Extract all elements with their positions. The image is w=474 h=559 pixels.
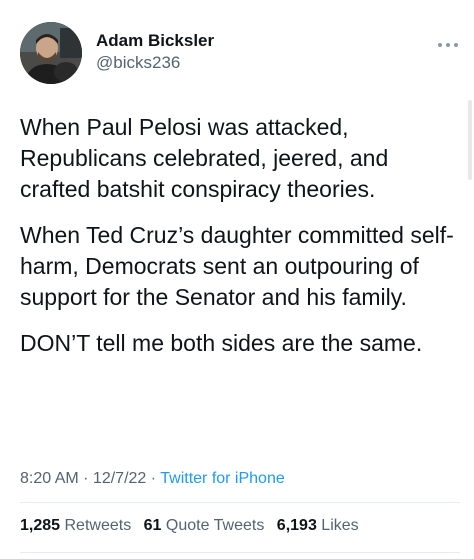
person-avatar-icon bbox=[20, 22, 82, 84]
tweet-paragraph: When Ted Cruz’s daughter committed self-… bbox=[20, 222, 454, 310]
tweet-source-link[interactable]: Twitter for iPhone bbox=[160, 470, 285, 487]
tweet-time[interactable]: 8:20 AM bbox=[20, 470, 79, 487]
scrollbar[interactable] bbox=[468, 100, 472, 180]
author-names: Adam Bicksler @bicks236 bbox=[96, 30, 214, 74]
quotes-label: Quote Tweets bbox=[165, 517, 265, 534]
tweet-paragraph: When Paul Pelosi was attacked, Republica… bbox=[20, 114, 389, 202]
tweet-text: When Paul Pelosi was attacked, Republica… bbox=[20, 112, 460, 374]
display-name[interactable]: Adam Bicksler bbox=[96, 30, 214, 52]
ellipsis-icon[interactable] bbox=[436, 38, 460, 50]
quotes-count: 61 bbox=[143, 517, 162, 534]
tweet-paragraph: DON’T tell me both sides are the same. bbox=[20, 330, 423, 356]
tweet-stats: 1,285 Retweets 61 Quote Tweets 6,193 Lik… bbox=[20, 515, 367, 537]
retweets-count: 1,285 bbox=[20, 517, 61, 534]
divider bbox=[20, 502, 460, 503]
meta-separator: · bbox=[146, 470, 161, 487]
likes-count: 6,193 bbox=[276, 517, 317, 534]
divider bbox=[20, 552, 460, 553]
tweet-card: Adam Bicksler @bicks236 When Paul Pelosi… bbox=[0, 0, 474, 559]
retweets-stat[interactable]: 1,285 Retweets bbox=[20, 517, 131, 534]
tweet-header: Adam Bicksler @bicks236 bbox=[20, 22, 460, 84]
tweet-date[interactable]: 12/7/22 bbox=[93, 470, 146, 487]
likes-label: Likes bbox=[321, 517, 359, 534]
quote-tweets-stat[interactable]: 61 Quote Tweets bbox=[144, 517, 265, 534]
likes-stat[interactable]: 6,193 Likes bbox=[277, 517, 359, 534]
user-handle[interactable]: @bicks236 bbox=[96, 52, 214, 74]
avatar[interactable] bbox=[20, 22, 82, 84]
tweet-meta: 8:20 AM · 12/7/22 · Twitter for iPhone bbox=[20, 468, 285, 490]
meta-separator: · bbox=[78, 470, 93, 487]
retweets-label: Retweets bbox=[64, 517, 132, 534]
